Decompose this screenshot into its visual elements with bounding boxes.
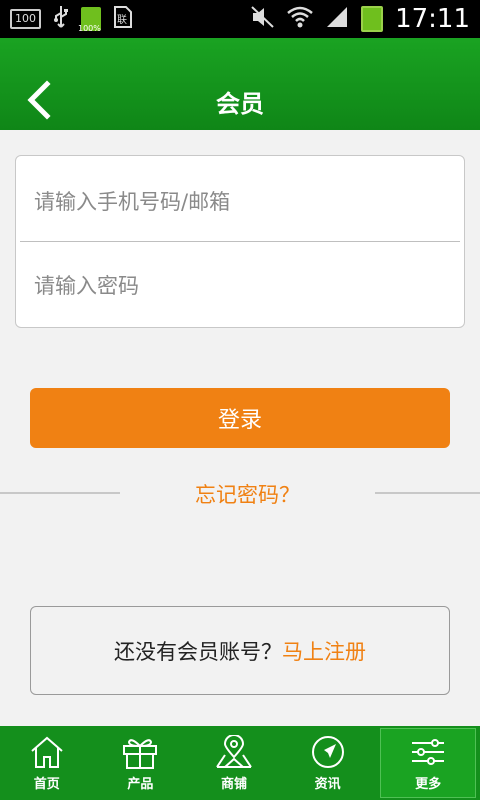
battery-icon <box>361 6 384 32</box>
nav-label-news: 资讯 <box>314 776 341 792</box>
register-card: 还没有会员账号？ 马上注册 <box>30 606 450 695</box>
register-link[interactable]: 马上注册 <box>282 636 366 666</box>
forgot-password-link[interactable]: 忘记密码？ <box>120 479 375 509</box>
nav-item-shops[interactable]: 商铺 <box>187 726 281 800</box>
status-bar: 100 100% 联 17:11 <box>0 0 480 38</box>
field-divider <box>20 241 460 242</box>
usb-icon <box>53 5 69 34</box>
battery-full-icon: 100% <box>78 7 101 33</box>
mute-icon <box>251 5 275 33</box>
login-button[interactable]: 登录 <box>30 388 450 448</box>
settings-sliders-icon <box>409 735 447 769</box>
nav-item-home[interactable]: 首页 <box>0 726 94 800</box>
nav-label-more: 更多 <box>415 776 442 792</box>
home-icon <box>29 735 65 769</box>
divider-left <box>0 492 120 494</box>
compass-icon <box>310 735 346 769</box>
password-input[interactable] <box>34 256 446 316</box>
login-form-card <box>15 155 465 328</box>
nav-item-products[interactable]: 产品 <box>94 726 188 800</box>
app-header: 会员 <box>0 38 480 130</box>
status-bar-left: 100 100% 联 <box>10 5 133 34</box>
svg-text:联: 联 <box>117 14 127 26</box>
gift-icon <box>121 735 159 769</box>
wifi-icon <box>287 6 313 33</box>
cell-signal-icon <box>325 6 349 33</box>
register-prompt: 还没有会员账号？ <box>114 639 282 664</box>
clock-time: 17:11 <box>395 4 470 34</box>
nav-item-news[interactable]: 资讯 <box>281 726 375 800</box>
battery-percent-label: 100% <box>78 24 101 33</box>
nav-label-shops: 商铺 <box>220 776 247 792</box>
status-bar-right: 17:11 <box>251 4 470 34</box>
sim-card-icon: 联 <box>113 5 133 34</box>
phone-email-input[interactable] <box>34 172 446 232</box>
signal-box-indicator: 100 <box>10 9 41 29</box>
page-title: 会员 <box>216 90 264 118</box>
map-pin-icon <box>215 734 253 769</box>
divider-right <box>375 492 480 494</box>
nav-item-more[interactable]: 更多 <box>380 728 476 798</box>
nav-label-home: 首页 <box>33 776 60 792</box>
bottom-nav: 首页 产品 商铺 资讯 更多 <box>0 726 480 800</box>
nav-label-products: 产品 <box>127 776 154 792</box>
